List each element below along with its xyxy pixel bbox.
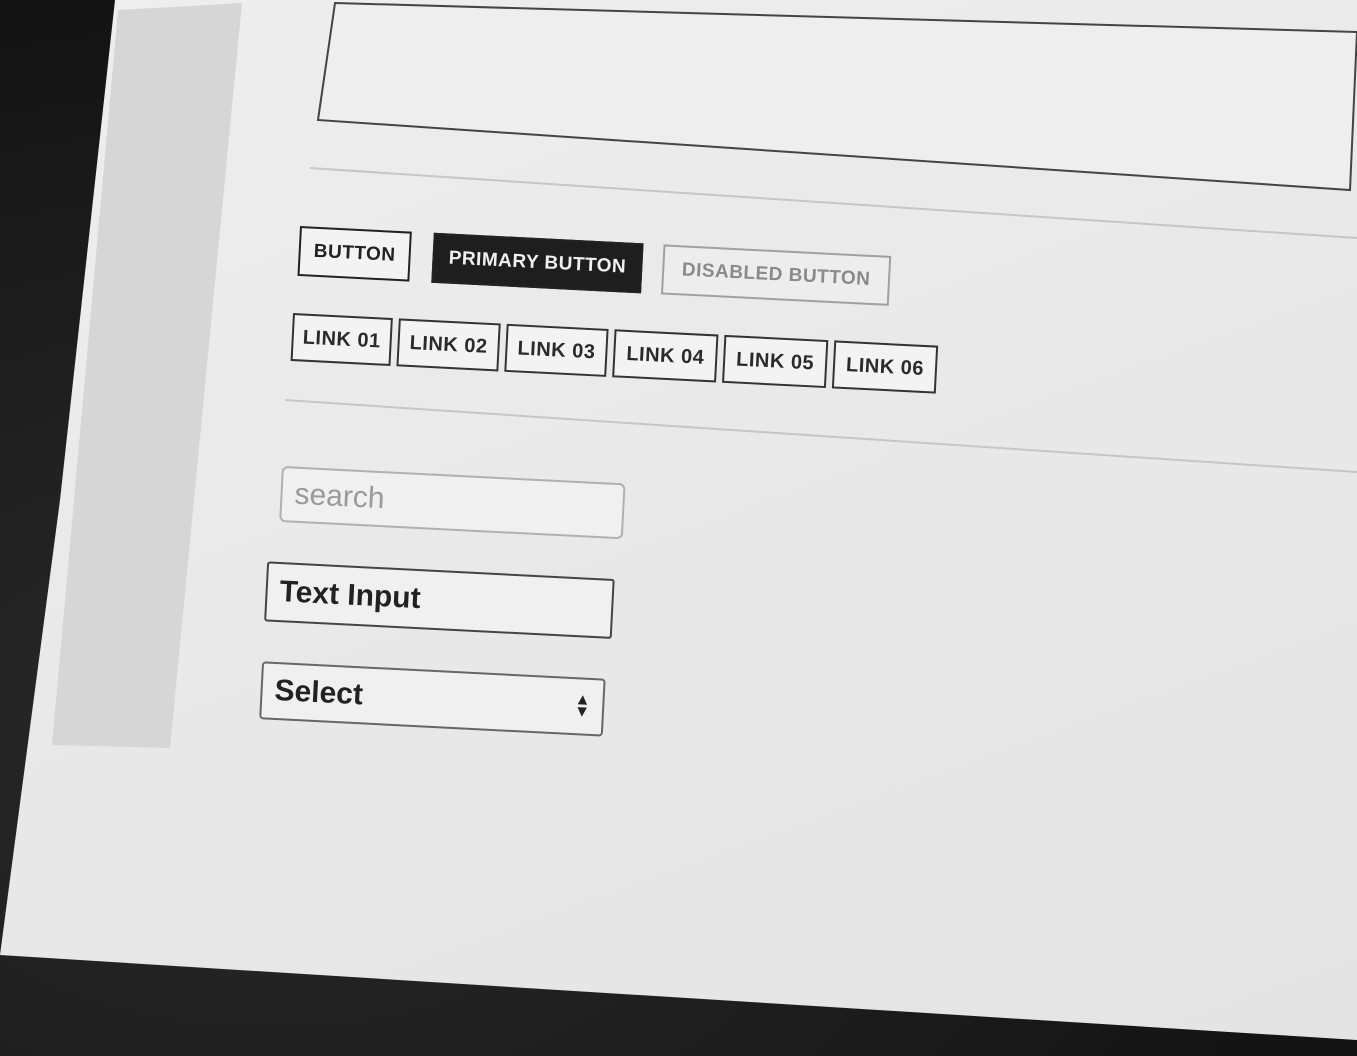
disabled-button: DISABLED BUTTON [661, 244, 892, 306]
header-panel-box [316, 1, 1357, 192]
select-value: Select [273, 673, 364, 712]
select-dropdown[interactable]: Select ▲ ▼ [259, 661, 606, 737]
primary-button[interactable]: PRIMARY BUTTON [431, 232, 644, 294]
default-button-label: BUTTON [313, 240, 397, 266]
disabled-button-label: DISABLED BUTTON [681, 259, 871, 290]
link-04-label: LINK 04 [625, 342, 705, 369]
link-02-label: LINK 02 [409, 331, 489, 358]
search-input[interactable]: search [279, 466, 626, 540]
link-06-label: LINK 06 [845, 353, 925, 380]
link-04[interactable]: LINK 04 [612, 329, 719, 383]
link-01[interactable]: LINK 01 [290, 313, 393, 366]
link-05[interactable]: LINK 05 [722, 334, 829, 389]
link-03[interactable]: LINK 03 [504, 323, 609, 377]
link-row: LINK 01 LINK 02 LINK 03 LINK 04 LINK 05 … [290, 313, 945, 394]
sidebar-panel [52, 3, 242, 748]
link-02[interactable]: LINK 02 [396, 318, 501, 372]
up-down-arrows-icon: ▲ ▼ [573, 691, 591, 721]
search-placeholder: search [293, 477, 386, 516]
link-01-label: LINK 01 [302, 326, 382, 352]
link-03-label: LINK 03 [516, 336, 596, 363]
link-06[interactable]: LINK 06 [831, 340, 939, 394]
section-divider-1 [309, 167, 1357, 239]
text-input-value: Text Input [278, 575, 422, 616]
arrow-down-icon: ▼ [573, 703, 591, 721]
text-input[interactable]: Text Input [264, 561, 615, 639]
screen-content: BUTTON PRIMARY BUTTON DISABLED BUTTON LI… [0, 0, 1357, 1056]
section-divider-2 [284, 399, 1357, 473]
primary-button-label: PRIMARY BUTTON [448, 247, 627, 278]
link-05-label: LINK 05 [735, 347, 815, 374]
default-button[interactable]: BUTTON [297, 226, 412, 282]
